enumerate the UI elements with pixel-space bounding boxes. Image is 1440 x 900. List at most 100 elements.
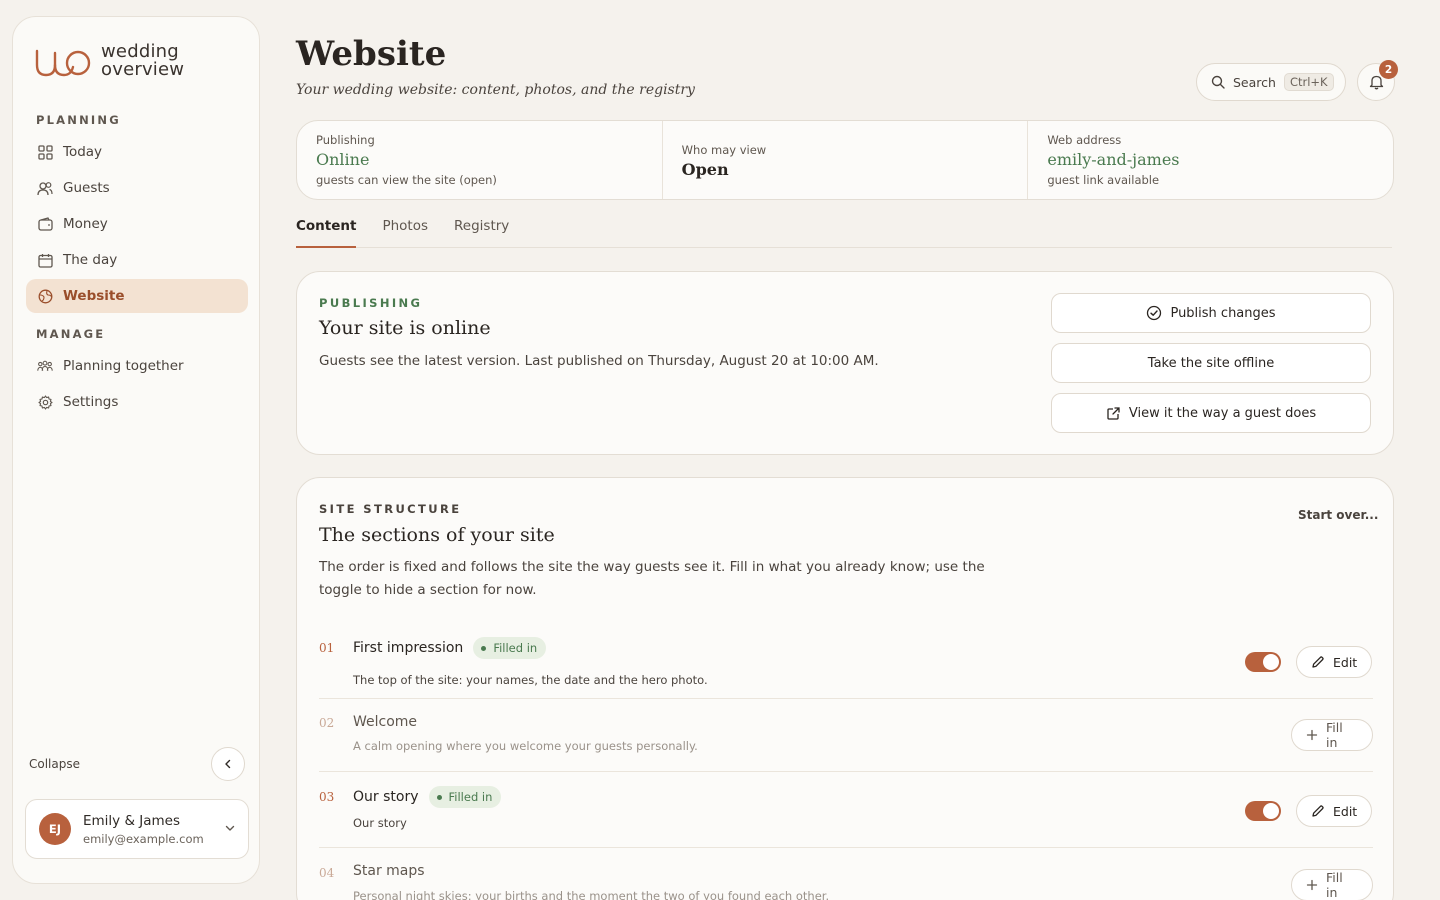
status-badge: Filled in (473, 637, 547, 659)
section-title: First impression (353, 640, 464, 656)
sidebar-item-today[interactable]: Today (26, 135, 248, 169)
publishing-title: Your site is online (319, 317, 491, 339)
pencil-icon (1311, 655, 1325, 669)
edit-label: Edit (1333, 803, 1358, 819)
plus-icon (1306, 729, 1318, 741)
group-icon (37, 358, 53, 374)
calendar-icon (37, 252, 53, 268)
section-visibility-toggle[interactable] (1245, 801, 1281, 821)
sidebar-item-label: Today (63, 144, 103, 160)
collapse-button[interactable] (211, 747, 245, 781)
sidebar: wedding overview PLANNING Today Guests M… (12, 16, 260, 884)
search-shortcut: Ctrl+K (1283, 73, 1334, 91)
structure-eyebrow: SITE STRUCTURE (319, 502, 462, 516)
external-link-icon (1106, 406, 1121, 421)
start-over-link[interactable]: Start over... (1298, 508, 1378, 522)
status-badge-label: Filled in (493, 641, 538, 655)
section-description: A calm opening where you welcome your gu… (353, 739, 698, 753)
dot-icon (481, 645, 487, 651)
tab-photos[interactable]: Photos (382, 218, 428, 248)
view-as-guest-button[interactable]: View it the way a guest does (1051, 393, 1371, 433)
section-description: Our story (353, 816, 407, 830)
manage-heading: MANAGE (36, 327, 106, 341)
stat-value: Open (681, 160, 729, 179)
list-item: 03 Our story Filled in Our story Edit (319, 772, 1373, 848)
status-strip: Publishing Online guests can view the si… (296, 120, 1394, 200)
user-name: Emily & James (83, 812, 181, 829)
edit-button[interactable]: Edit (1296, 795, 1373, 827)
globe-icon (37, 288, 53, 304)
button-label: View it the way a guest does (1128, 405, 1317, 421)
section-visibility-toggle[interactable] (1245, 652, 1281, 672)
gear-icon (37, 394, 53, 410)
chevron-down-icon (225, 825, 235, 831)
structure-title: The sections of your site (319, 524, 555, 546)
edit-label: Edit (1333, 654, 1358, 670)
avatar: EJ (39, 813, 71, 845)
stat-note: guest link available (1047, 173, 1160, 187)
brand-line2: overview (101, 59, 185, 80)
structure-text: The order is fixed and follows the site … (319, 559, 985, 598)
sidebar-item-label: Planning together (63, 358, 184, 374)
button-label: Publish changes (1170, 305, 1276, 321)
section-description: Personal night skies: your births and th… (353, 889, 830, 900)
fill-in-button[interactable]: Fill in (1291, 719, 1373, 751)
user-menu[interactable]: EJ Emily & James emily@example.com (25, 799, 249, 859)
toggle-knob (1263, 803, 1279, 819)
section-title: Our story (353, 789, 419, 805)
sidebar-item-label: Website (63, 288, 125, 304)
pencil-icon (1311, 804, 1325, 818)
stat-publishing: Publishing Online guests can view the si… (297, 121, 662, 199)
edit-button[interactable]: Edit (1296, 646, 1373, 678)
search-button[interactable]: Search Ctrl+K (1196, 63, 1346, 101)
sidebar-item-planning-together[interactable]: Planning together (26, 349, 248, 383)
stat-label: Who may view (681, 143, 767, 157)
tab-bar: Content Photos Registry (296, 218, 1392, 248)
check-circle-icon (1146, 305, 1162, 321)
tab-content[interactable]: Content (296, 218, 357, 248)
section-number: 02 (319, 716, 335, 730)
search-label: Search (1233, 74, 1276, 90)
toggle-knob (1263, 654, 1279, 670)
notification-badge: 2 (1379, 60, 1398, 79)
plus-icon (1306, 879, 1318, 891)
stat-note: guests can view the site (open) (316, 173, 497, 187)
section-number: 03 (319, 790, 335, 804)
sidebar-item-settings[interactable]: Settings (26, 385, 248, 419)
fill-in-button[interactable]: Fill in (1291, 869, 1373, 900)
user-email: emily@example.com (83, 831, 204, 846)
stat-label: Publishing (316, 133, 375, 147)
brand-logo[interactable]: wedding overview (33, 43, 184, 79)
planning-heading: PLANNING (36, 113, 121, 127)
site-structure-card: SITE STRUCTURE The sections of your site… (296, 477, 1394, 900)
publish-changes-button[interactable]: Publish changes (1051, 293, 1371, 333)
tab-registry[interactable]: Registry (454, 218, 509, 248)
users-icon (37, 180, 53, 196)
stat-visibility: Who may view Open (661, 121, 1028, 199)
stat-web-address: Web address emily-and-james guest link a… (1027, 121, 1393, 199)
button-label: Take the site offline (1147, 355, 1275, 371)
collapse-row: Collapse (29, 747, 245, 781)
search-icon (1211, 75, 1225, 89)
sidebar-item-label: Guests (63, 180, 110, 196)
sidebar-item-the-day[interactable]: The day (26, 243, 248, 277)
stat-label: Web address (1047, 133, 1122, 147)
stat-value: emily-and-james (1047, 150, 1180, 169)
section-description: The top of the site: your names, the dat… (353, 673, 708, 687)
logo-mark-icon (35, 49, 91, 77)
take-offline-button[interactable]: Take the site offline (1051, 343, 1371, 383)
section-number: 01 (319, 641, 335, 655)
chevron-left-icon (225, 759, 231, 769)
collapse-label: Collapse (29, 757, 80, 771)
section-title: Star maps (353, 863, 425, 879)
sidebar-item-label: Money (63, 216, 108, 232)
sidebar-item-label: The day (63, 252, 118, 268)
page-title: Website (296, 34, 447, 74)
sidebar-item-money[interactable]: Money (26, 207, 248, 241)
sidebar-item-website[interactable]: Website (26, 279, 248, 313)
status-badge: Filled in (428, 786, 502, 808)
wallet-icon (37, 216, 53, 232)
publishing-card: PUBLISHING Your site is online Guests se… (296, 271, 1394, 455)
sidebar-item-guests[interactable]: Guests (26, 171, 248, 205)
list-item: 02 Welcome A calm opening where you welc… (319, 699, 1373, 772)
